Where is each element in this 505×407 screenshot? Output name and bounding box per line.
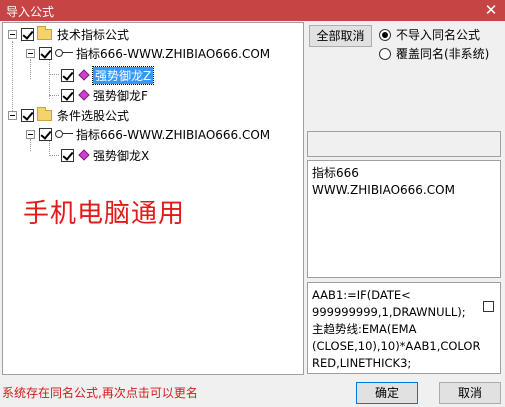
collapse-icon[interactable] bbox=[26, 48, 35, 58]
item-label: 强势御龙Z bbox=[91, 65, 155, 85]
item-label: 强势御龙X bbox=[93, 148, 150, 163]
tree-item-x[interactable]: 强势御龙X bbox=[61, 146, 149, 164]
diamond-icon bbox=[78, 69, 90, 81]
option-label: 覆盖同名(非系统) bbox=[396, 47, 490, 61]
window-title: 导入公式 bbox=[6, 5, 55, 19]
ok-button[interactable]: 确定 bbox=[356, 382, 418, 404]
item-checkbox[interactable] bbox=[61, 148, 74, 162]
tree-connector bbox=[49, 155, 59, 156]
folder-icon bbox=[37, 106, 52, 121]
group-label: 技术指标公式 bbox=[57, 27, 130, 42]
code-checkbox[interactable] bbox=[483, 301, 494, 312]
formula-checkbox[interactable] bbox=[39, 127, 52, 141]
tree-connector bbox=[30, 59, 31, 79]
diamond-icon bbox=[78, 149, 90, 161]
collapse-icon[interactable] bbox=[8, 110, 17, 120]
group-checkbox[interactable] bbox=[21, 27, 34, 41]
tree-connector bbox=[49, 74, 59, 75]
option-label: 不导入同名公式 bbox=[396, 28, 481, 42]
tree-group-condition[interactable]: 条件选股公式 bbox=[8, 106, 129, 124]
radio-overwrite[interactable] bbox=[379, 47, 391, 60]
status-message: 系统存在同名公式,再次点击可以更名 bbox=[2, 386, 198, 400]
item-checkbox[interactable] bbox=[61, 88, 74, 102]
tree-item-z[interactable]: 强势御龙Z bbox=[61, 65, 155, 85]
diamond-icon bbox=[78, 89, 90, 101]
cancel-all-button[interactable]: 全部取消 bbox=[309, 25, 372, 47]
tree-group-technical[interactable]: 技术指标公式 bbox=[8, 25, 129, 43]
tree-item-f[interactable]: 强势御龙F bbox=[61, 86, 148, 104]
option-no-import[interactable]: 不导入同名公式 bbox=[379, 26, 480, 43]
cancel-button[interactable]: 取消 bbox=[439, 382, 501, 404]
formula-label: 指标666-WWW.ZHIBIAO666.COM bbox=[76, 46, 271, 61]
description-panel: 指标666 WWW.ZHIBIAO666.COM bbox=[307, 160, 501, 278]
formula-checkbox[interactable] bbox=[39, 46, 52, 60]
formula-label: 指标666-WWW.ZHIBIAO666.COM bbox=[76, 127, 271, 142]
watermark-text: 手机电脑通用 bbox=[23, 199, 186, 229]
formula-code-text: AAB1:=IF(DATE< 999999999,1,DRAWNULL); 主趋… bbox=[312, 288, 481, 370]
tree-formula-node[interactable]: 指标666-WWW.ZHIBIAO666.COM bbox=[26, 44, 270, 62]
key-icon bbox=[55, 129, 73, 139]
info-strip bbox=[307, 131, 501, 157]
formula-tree[interactable]: 技术指标公式 指标666-WWW.ZHIBIAO666.COM 强势御龙Z 强势… bbox=[2, 22, 304, 375]
close-icon[interactable]: ✕ bbox=[483, 0, 499, 20]
description-text: 指标666 WWW.ZHIBIAO666.COM bbox=[312, 166, 455, 197]
key-icon bbox=[55, 48, 73, 58]
radio-no-import[interactable] bbox=[379, 28, 391, 41]
formula-code-panel[interactable]: AAB1:=IF(DATE< 999999999,1,DRAWNULL); 主趋… bbox=[307, 282, 501, 374]
tree-formula-node[interactable]: 指标666-WWW.ZHIBIAO666.COM bbox=[26, 125, 270, 143]
collapse-icon[interactable] bbox=[8, 29, 17, 39]
group-checkbox[interactable] bbox=[21, 108, 34, 122]
option-overwrite[interactable]: 覆盖同名(非系统) bbox=[379, 45, 489, 62]
title-bar: 导入公式 ✕ bbox=[0, 0, 505, 21]
folder-icon bbox=[37, 25, 52, 40]
tree-connector bbox=[49, 59, 50, 99]
tree-connector bbox=[49, 95, 59, 96]
group-label: 条件选股公式 bbox=[57, 108, 130, 123]
collapse-icon[interactable] bbox=[26, 129, 35, 139]
item-label: 强势御龙F bbox=[93, 88, 148, 103]
item-checkbox[interactable] bbox=[61, 68, 74, 82]
